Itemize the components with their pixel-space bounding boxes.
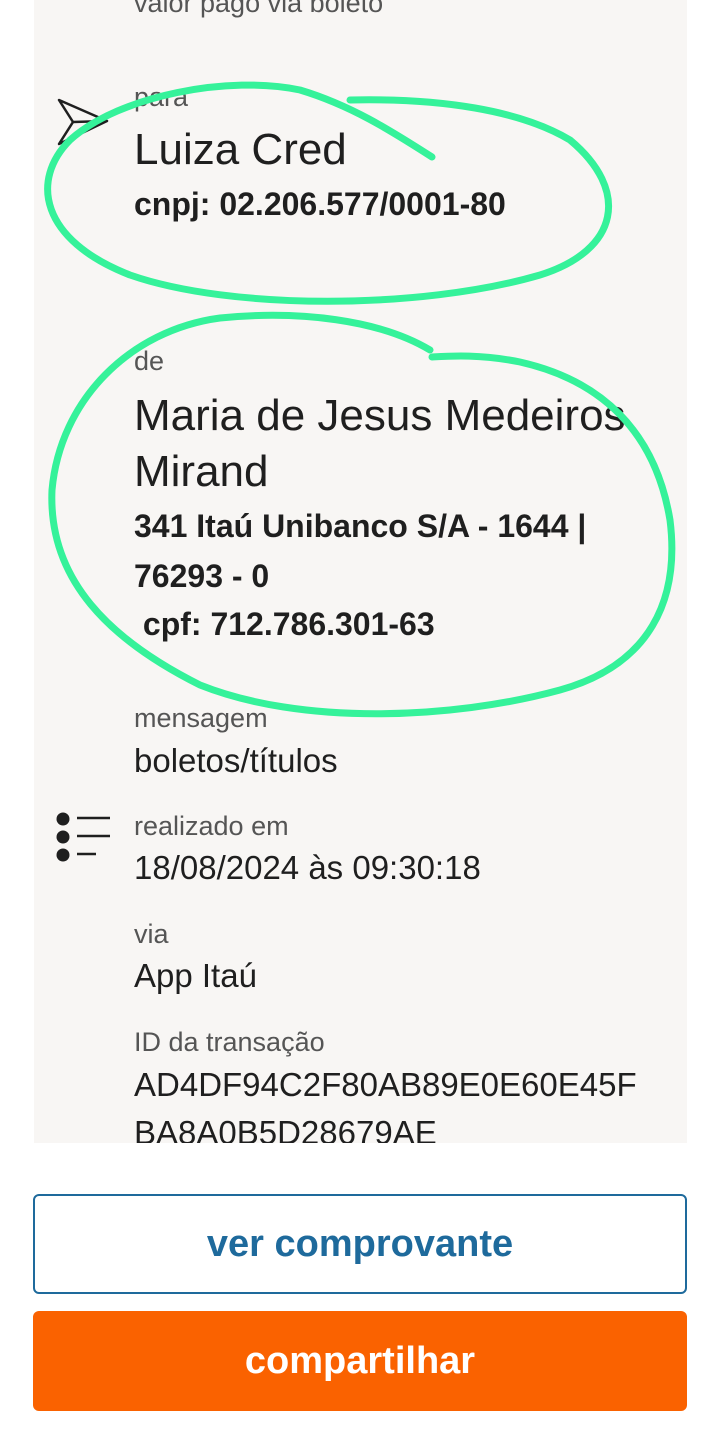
payer-name-line1: Maria de Jesus Medeiros (134, 391, 626, 440)
send-icon (56, 96, 110, 148)
channel-value: App Itaú (134, 957, 257, 994)
list-icon (54, 810, 112, 866)
recipient-cnpj: cnpj: 02.206.577/0001-80 (134, 186, 506, 222)
payer-label: de (134, 346, 165, 376)
receipt-card: valor pago via boleto para Luiza Cred cn… (34, 0, 687, 1143)
payer-cpf: cpf: 712.786.301-63 (134, 606, 435, 642)
payer-name-line2: Mirand (134, 447, 269, 496)
amount-label-partial: valor pago via boleto (134, 0, 384, 18)
datetime-value: 18/08/2024 às 09:30:18 (134, 849, 481, 886)
transaction-id-line1: AD4DF94C2F80AB89E0E60E45F (134, 1066, 637, 1103)
share-button[interactable]: compartilhar (33, 1311, 687, 1411)
recipient-label: para (134, 82, 189, 112)
transaction-id-line2: BA8A0B5D28679AE (134, 1114, 437, 1143)
view-receipt-button[interactable]: ver comprovante (33, 1194, 687, 1294)
transaction-id-label: ID da transação (134, 1027, 325, 1057)
recipient-name: Luiza Cred (134, 125, 347, 174)
message-label: mensagem (134, 703, 268, 733)
payer-bank-line2: 76293 - 0 (134, 558, 270, 594)
message-value: boletos/títulos (134, 742, 338, 779)
channel-label: via (134, 919, 169, 949)
payer-bank-line1: 341 Itaú Unibanco S/A - 1644 | (134, 508, 587, 544)
datetime-label: realizado em (134, 811, 289, 841)
